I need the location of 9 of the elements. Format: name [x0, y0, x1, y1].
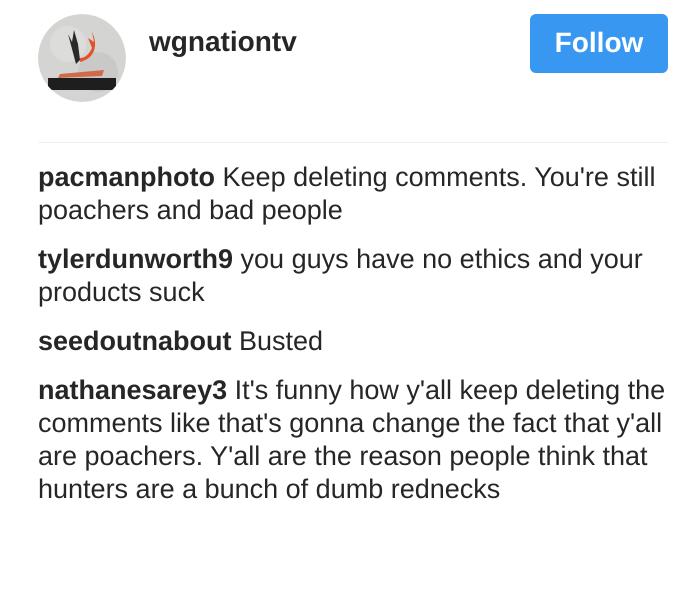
username-link[interactable]: pacmanphoto [38, 162, 216, 192]
comment-text: tylerdunworth9 you guys have no ethics and your products suck [38, 243, 644, 309]
username[interactable]: wgnationtv [149, 26, 530, 58]
comment-text: nathanesarey3 It's funny how y'all keep deleting the comments like that's gonna change the fact that y'all are poachers. Y'all are the reason people think that hunters are a bunch of dumb rednecks [38, 374, 666, 506]
comment-text: pacmanphoto Keep deleting comments. You're still poachers and bad people [38, 161, 656, 227]
comment-text: seedoutnabout Busted [38, 325, 324, 358]
username-link[interactable]: nathanesarey3 [38, 375, 228, 405]
username-link[interactable]: tylerdunworth9 [38, 244, 234, 274]
username-link[interactable]: seedoutnabout [38, 326, 232, 356]
